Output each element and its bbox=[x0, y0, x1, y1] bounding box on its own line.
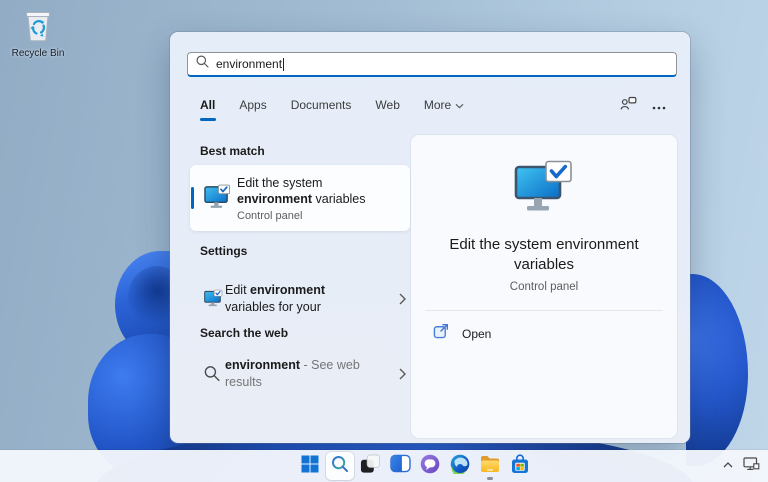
preview-title: Edit the system environment variables bbox=[424, 235, 664, 275]
tab-web[interactable]: Web bbox=[375, 98, 399, 121]
system-properties-icon bbox=[204, 290, 223, 313]
widgets-button[interactable] bbox=[386, 452, 414, 480]
file-explorer-button[interactable] bbox=[476, 452, 504, 480]
file-explorer-icon bbox=[480, 455, 500, 478]
search-icon bbox=[204, 366, 220, 387]
best-match-result[interactable]: Edit the system environment variables Co… bbox=[190, 165, 410, 231]
edge-button[interactable] bbox=[446, 452, 474, 480]
web-result-line2: results bbox=[225, 374, 360, 391]
search-flyout: environment All Apps Documents Web More … bbox=[170, 32, 690, 443]
best-match-header: Best match bbox=[200, 144, 265, 158]
tab-more[interactable]: More bbox=[424, 98, 464, 121]
recycle-bin-shortcut[interactable]: Recycle Bin bbox=[8, 8, 68, 59]
search-filter-tabs: All Apps Documents Web More bbox=[200, 98, 464, 121]
divider bbox=[425, 310, 663, 311]
web-search-result[interactable]: environment - See web results bbox=[190, 354, 410, 398]
recycle-bin-icon bbox=[22, 8, 54, 47]
search-button[interactable] bbox=[326, 452, 354, 480]
microsoft-store-icon bbox=[510, 454, 530, 479]
chevron-right-icon bbox=[399, 292, 406, 310]
running-app-indicator bbox=[487, 477, 493, 480]
open-label: Open bbox=[462, 327, 491, 341]
preview-subtitle: Control panel bbox=[411, 281, 677, 293]
web-result-line1: environment - See web bbox=[225, 357, 360, 374]
chat-button[interactable] bbox=[416, 452, 444, 480]
settings-result-line2: variables for your bbox=[225, 299, 325, 316]
best-match-title-line1: Edit the system bbox=[237, 176, 366, 192]
hidden-icons-chevron[interactable] bbox=[722, 457, 734, 475]
edge-browser-icon bbox=[450, 454, 470, 479]
account-filter-icon[interactable] bbox=[620, 96, 637, 116]
settings-result[interactable]: Edit environment variables for your bbox=[190, 279, 410, 323]
open-action[interactable]: Open bbox=[433, 323, 677, 344]
store-button[interactable] bbox=[506, 452, 534, 480]
search-icon bbox=[331, 455, 349, 478]
tab-documents[interactable]: Documents bbox=[291, 98, 352, 121]
result-preview-pane: Edit the system environment variables Co… bbox=[411, 135, 677, 438]
settings-header: Settings bbox=[200, 244, 247, 258]
search-query-text: environment bbox=[216, 57, 282, 71]
open-external-icon bbox=[433, 323, 449, 344]
selection-accent-bar bbox=[191, 187, 194, 209]
wallpaper-bloom-petal bbox=[686, 274, 748, 466]
task-view-button[interactable] bbox=[356, 452, 384, 480]
widgets-icon bbox=[390, 454, 411, 478]
system-properties-icon-large bbox=[411, 160, 677, 223]
search-icon bbox=[196, 55, 209, 73]
recycle-bin-label: Recycle Bin bbox=[8, 48, 68, 59]
more-options-icon[interactable] bbox=[652, 97, 666, 115]
tab-all[interactable]: All bbox=[200, 98, 215, 121]
taskbar bbox=[0, 450, 768, 482]
search-the-web-header: Search the web bbox=[200, 326, 288, 340]
task-view-icon bbox=[360, 454, 380, 479]
start-button[interactable] bbox=[296, 452, 324, 480]
best-match-title-line2: environment variables bbox=[237, 192, 366, 208]
settings-result-line1: Edit environment bbox=[225, 282, 325, 299]
system-properties-icon bbox=[204, 184, 231, 215]
text-caret bbox=[283, 58, 284, 71]
chevron-down-icon bbox=[455, 98, 464, 112]
search-input[interactable]: environment bbox=[187, 52, 677, 77]
chat-icon bbox=[420, 454, 440, 479]
network-icon[interactable] bbox=[743, 456, 760, 477]
best-match-subtitle: Control panel bbox=[237, 209, 366, 225]
tab-apps[interactable]: Apps bbox=[239, 98, 266, 121]
windows-start-icon bbox=[301, 455, 319, 478]
chevron-right-icon bbox=[399, 367, 406, 385]
